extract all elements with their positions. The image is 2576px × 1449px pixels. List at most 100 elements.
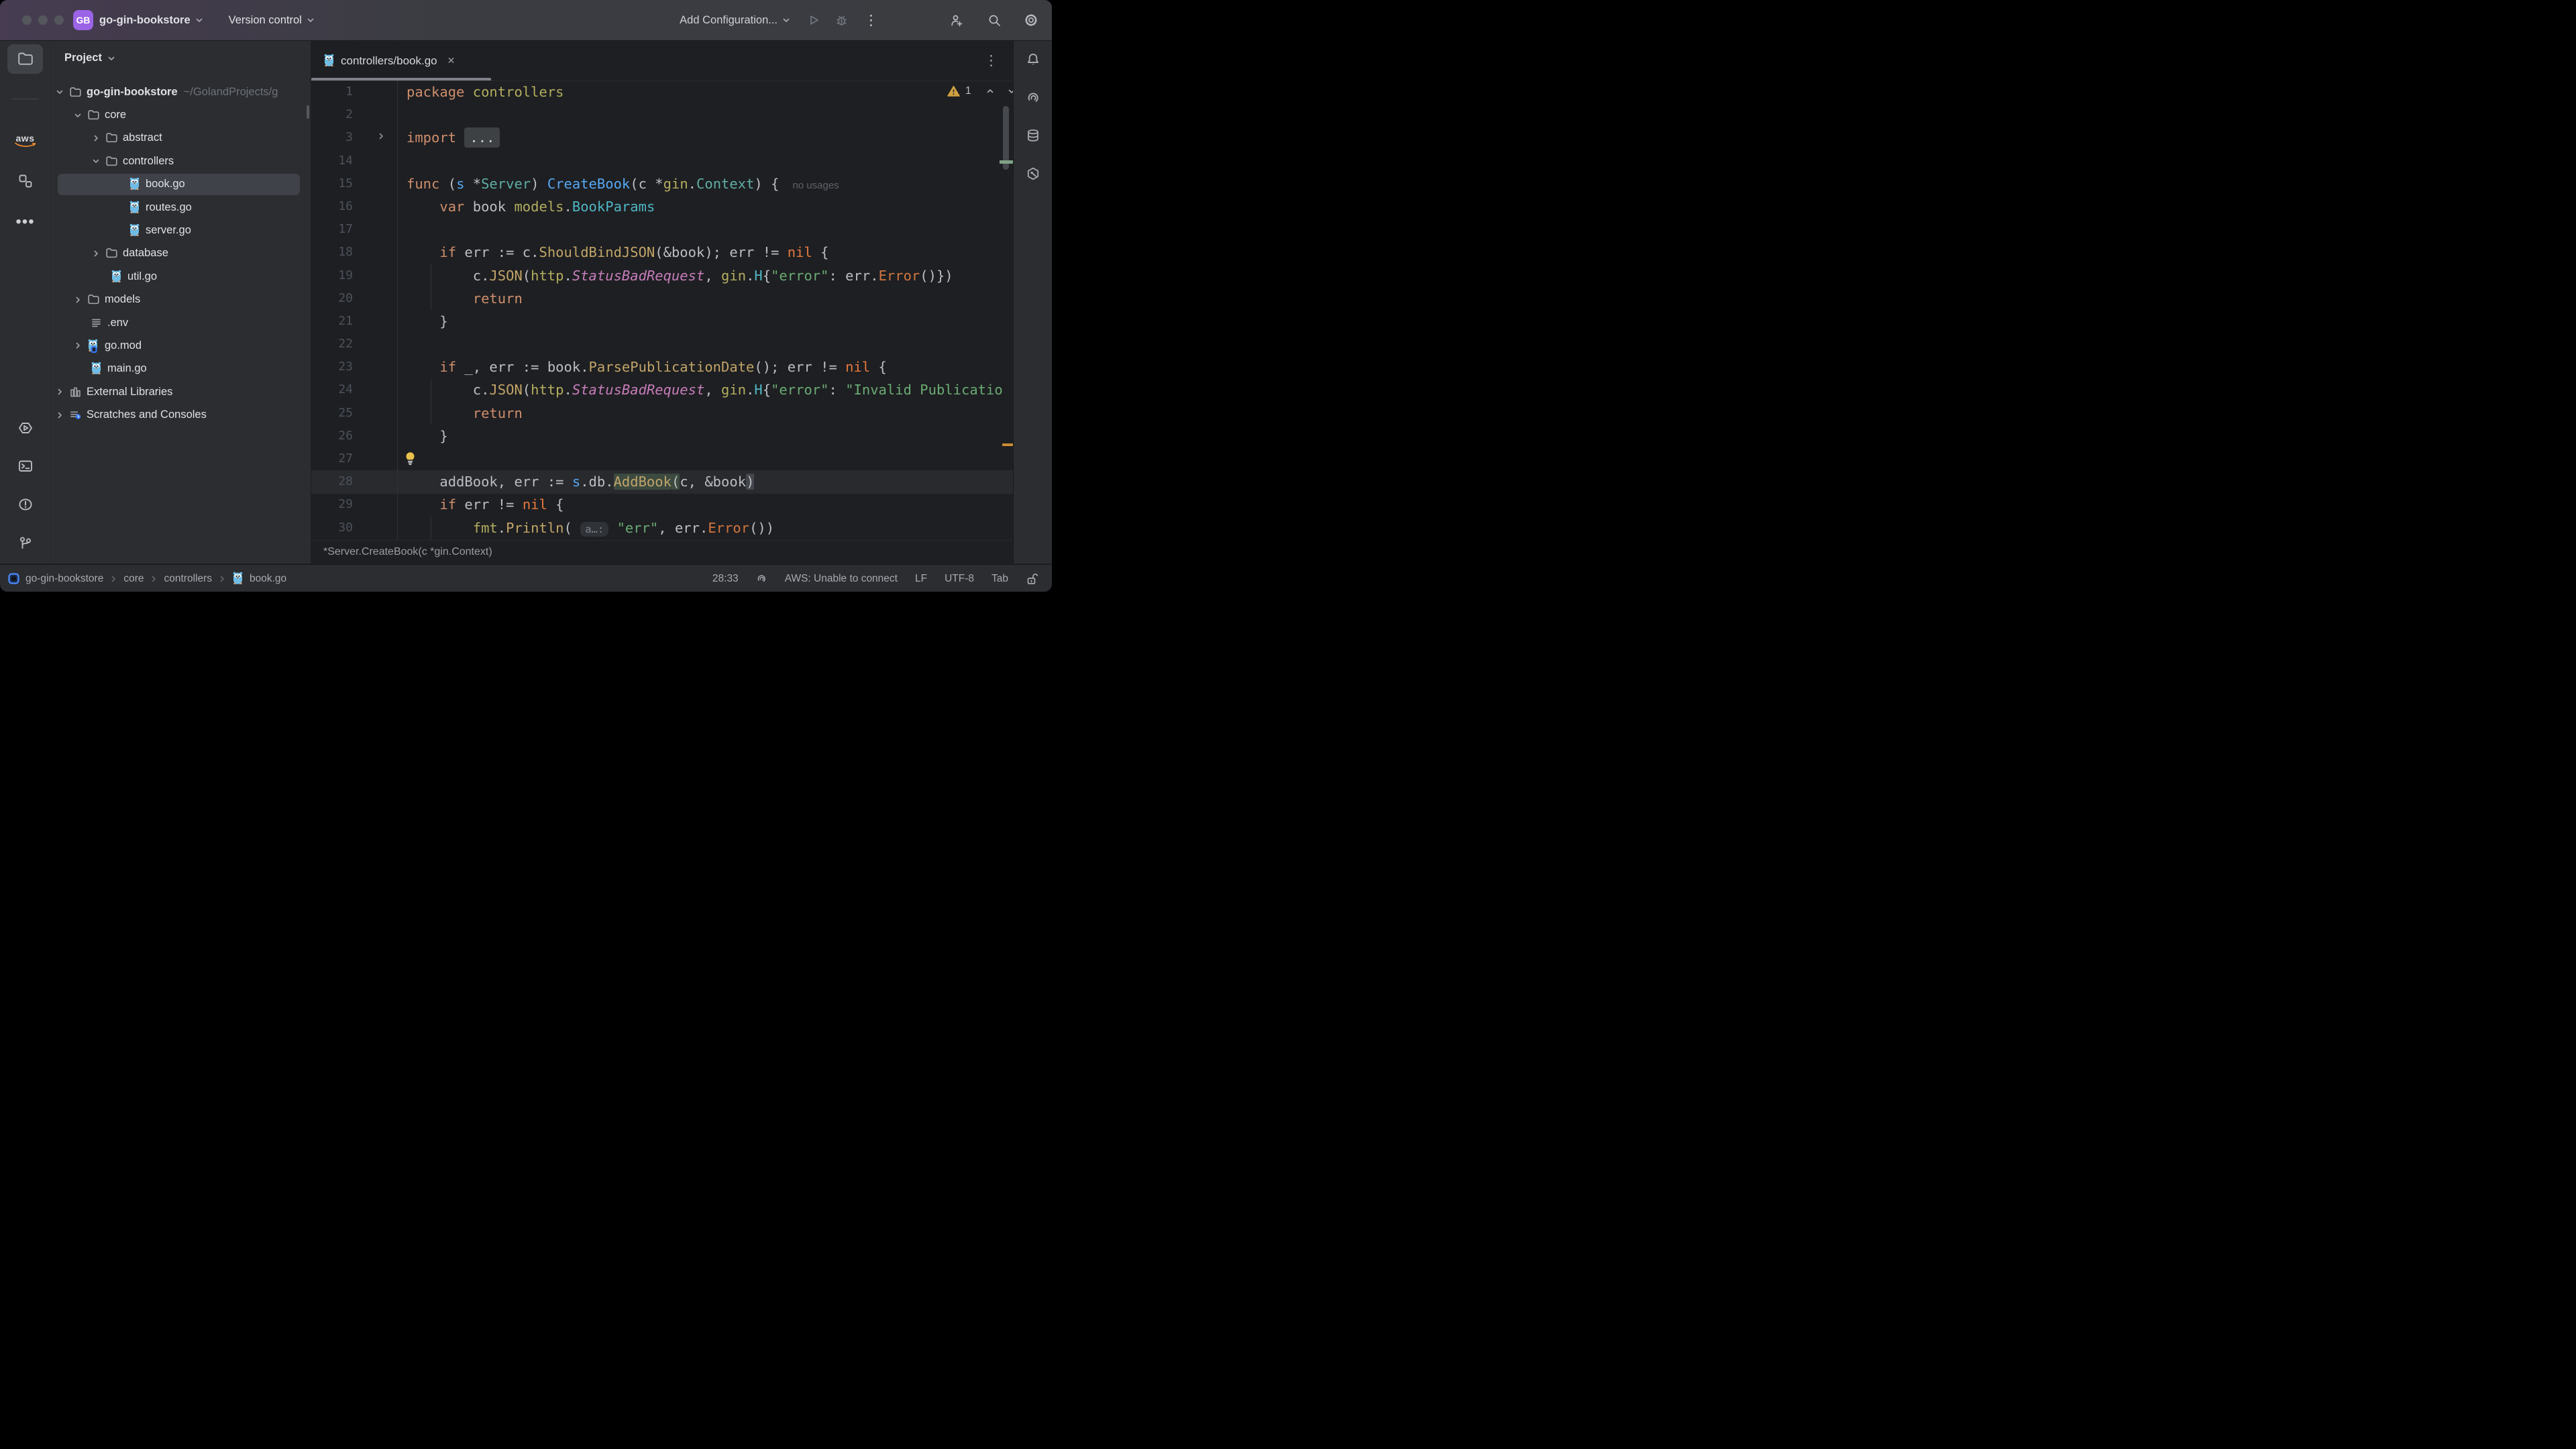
line-number[interactable]: 25 — [311, 402, 397, 425]
code-line-24[interactable]: c.JSON(http.StatusBadRequest, gin.H{"err… — [407, 378, 1003, 401]
chevron-right-icon[interactable] — [91, 134, 101, 142]
chevron-down-icon[interactable] — [72, 111, 83, 119]
line-number[interactable]: 19 — [311, 264, 397, 287]
code-line-28[interactable]: addBook, err := s.db.AddBook(c, &book) — [407, 470, 1003, 493]
line-number[interactable]: 23 — [311, 356, 397, 378]
chevron-down-icon[interactable] — [91, 157, 101, 165]
traffic-lights[interactable] — [22, 15, 64, 25]
project-panel-header[interactable]: Project — [64, 52, 115, 64]
tree-row-server.go[interactable]: server.go — [51, 219, 311, 241]
vcs-widget[interactable]: Version control — [229, 14, 315, 27]
chevron-right-icon[interactable] — [72, 296, 83, 304]
code-line-27[interactable] — [407, 447, 1003, 470]
line-number[interactable]: 27 — [311, 447, 397, 470]
code-line-3[interactable]: import ... — [407, 126, 1003, 149]
line-number[interactable]: 18 — [311, 241, 397, 264]
project-switcher[interactable]: go-gin-bookstore — [93, 14, 203, 27]
line-separator[interactable]: LF — [915, 573, 927, 585]
lock-open-icon[interactable] — [1026, 572, 1038, 586]
chevron-right-icon[interactable] — [91, 250, 101, 258]
run-icon[interactable] — [807, 13, 820, 27]
aws-status[interactable]: AWS: Unable to connect — [785, 573, 898, 585]
code-line-22[interactable] — [407, 333, 1003, 356]
code-content[interactable]: package controllers import ... func (s *Se… — [407, 80, 1003, 539]
tree-row-abstract[interactable]: abstract — [51, 127, 311, 150]
line-number[interactable]: 1 — [311, 80, 397, 103]
package-checker-button[interactable] — [1014, 160, 1052, 187]
chevron-up-icon[interactable] — [986, 87, 994, 95]
code-line-18[interactable]: if err := c.ShouldBindJSON(&book); err !… — [407, 241, 1003, 264]
tree-row-routes.go[interactable]: routes.go — [51, 196, 311, 219]
code-line-17[interactable] — [407, 218, 1003, 241]
tree-row-util.go[interactable]: util.go — [51, 265, 311, 288]
code-line-21[interactable]: } — [407, 310, 1003, 333]
code-line-14[interactable] — [407, 150, 1003, 172]
inspections-widget[interactable]: 1 — [947, 85, 1013, 97]
structure-tool-window-button[interactable] — [7, 166, 43, 195]
tree-row-.env[interactable]: .env — [51, 311, 311, 334]
code-line-25[interactable]: return — [407, 402, 1003, 425]
ai-assistant-status-icon[interactable] — [756, 573, 767, 584]
line-number[interactable]: 28 — [311, 470, 397, 493]
line-number[interactable]: 26 — [311, 425, 397, 447]
run-tool-window-button[interactable] — [7, 413, 43, 443]
code-viewport[interactable]: 1 2 3 14 15 16 17 18 19 20 21 22 23 24 25 26 27 28 29 30 pa… — [311, 80, 1013, 540]
more-vertical-icon[interactable]: ⋮ — [864, 13, 878, 28]
file-encoding[interactable]: UTF-8 — [945, 573, 974, 585]
line-number[interactable]: 29 — [311, 493, 397, 516]
code-line-30[interactable]: fmt.Println( a…: "err", err.Error()) — [407, 517, 1003, 539]
chevron-right-icon[interactable] — [72, 341, 83, 350]
code-line-26[interactable]: } — [407, 425, 1003, 447]
panel-scrollbar[interactable] — [307, 105, 309, 119]
code-line-20[interactable]: return — [407, 287, 1003, 310]
line-number[interactable]: 16 — [311, 195, 397, 218]
problems-tool-window-button[interactable] — [7, 490, 43, 519]
ai-assistant-button[interactable] — [1014, 84, 1052, 111]
tree-row-main.go[interactable]: main.go — [51, 358, 311, 380]
code-line-19[interactable]: c.JSON(http.StatusBadRequest, gin.H{"err… — [407, 264, 1003, 287]
add-user-icon[interactable] — [950, 13, 964, 28]
git-tool-window-button[interactable] — [7, 529, 43, 558]
editor-gutter[interactable]: 1 2 3 14 15 16 17 18 19 20 21 22 23 24 25 26 27 28 29 30 — [311, 80, 397, 539]
status-path-segment[interactable]: go-gin-bookstore — [25, 573, 103, 585]
status-path-segment[interactable]: book.go — [250, 573, 286, 585]
chevron-right-icon[interactable] — [54, 411, 65, 419]
editor-tab[interactable]: controllers/book.go ✕ — [311, 54, 455, 68]
project-tool-window-button[interactable] — [7, 44, 43, 74]
status-path-segment[interactable]: core — [123, 573, 144, 585]
database-button[interactable] — [1014, 122, 1052, 149]
line-number[interactable]: 24 — [311, 378, 397, 401]
more-tool-windows-button[interactable]: ••• — [7, 207, 43, 237]
caret-position[interactable]: 28:33 — [712, 573, 739, 585]
intention-bulb-icon[interactable] — [405, 451, 416, 466]
line-number[interactable]: 21 — [311, 310, 397, 333]
indent-style[interactable]: Tab — [991, 573, 1008, 585]
code-line-16[interactable]: var book models.BookParams — [407, 195, 1003, 218]
code-line-2[interactable] — [407, 103, 1003, 126]
debug-icon[interactable] — [835, 13, 849, 28]
status-breadcrumbs[interactable]: go-gin-bookstore core controllers book.go — [8, 572, 286, 586]
tree-row-controllers[interactable]: controllers — [51, 150, 311, 172]
code-line-15[interactable]: func (s *Server) CreateBook(c *gin.Conte… — [407, 172, 1003, 195]
fold-region-icon[interactable] — [377, 132, 385, 140]
settings-icon[interactable] — [1024, 13, 1038, 28]
tree-row-external-libraries[interactable]: External Libraries — [51, 380, 311, 403]
tree-row-models[interactable]: models — [51, 288, 311, 311]
chevron-right-icon[interactable] — [54, 388, 65, 396]
run-configuration-selector[interactable]: Add Configuration... — [680, 14, 790, 27]
notifications-button[interactable] — [1014, 46, 1052, 73]
tree-row-book.go[interactable]: book.go — [51, 173, 311, 196]
terminal-tool-window-button[interactable] — [7, 451, 43, 481]
line-number[interactable]: 2 — [311, 103, 397, 126]
tree-row-core[interactable]: core — [51, 103, 311, 126]
line-number[interactable]: 30 — [311, 517, 397, 539]
chevron-down-icon[interactable] — [54, 88, 65, 96]
aws-tool-window-button[interactable]: aws — [7, 126, 43, 156]
line-number[interactable]: 17 — [311, 218, 397, 241]
tree-row-go.mod[interactable]: go.mod — [51, 334, 311, 357]
context-breadcrumb-bar[interactable]: *Server.CreateBook(c *gin.Context) — [311, 540, 1013, 564]
line-number[interactable]: 20 — [311, 287, 397, 310]
more-vertical-icon[interactable]: ⋮ — [984, 52, 998, 69]
tree-row-scratches-and-consoles[interactable]: Scratches and Consoles — [51, 403, 311, 426]
search-icon[interactable] — [987, 13, 1002, 28]
